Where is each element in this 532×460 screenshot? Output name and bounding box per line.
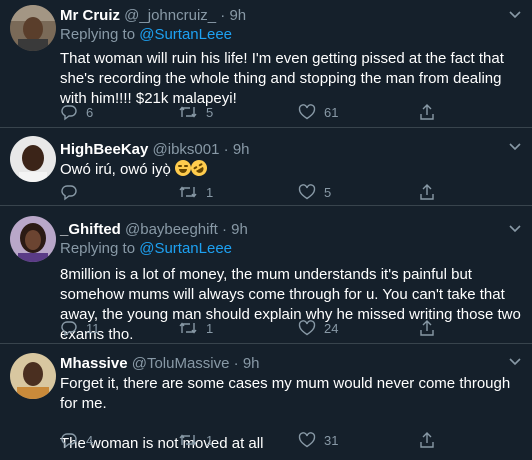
tweet-header: HighBeeKay @ibks001 · 9h: [60, 140, 524, 159]
tweet-actions: 4 1 31: [60, 430, 510, 450]
share-icon: [420, 320, 434, 336]
tweet-actions: 1 5: [60, 182, 510, 202]
display-name[interactable]: _Ghifted: [60, 221, 121, 238]
mention-link[interactable]: @SurtanLeee: [139, 240, 232, 257]
like-button[interactable]: 24: [298, 318, 338, 338]
share-icon: [420, 432, 434, 448]
tweet-header: Mr Cruiz @_johncruiz_ · 9h: [60, 6, 524, 25]
handle[interactable]: @ToluMassive: [132, 355, 230, 372]
like-count: 5: [324, 184, 332, 200]
timestamp[interactable]: 9h: [243, 355, 260, 372]
rolling-on-floor-laughing-icon: [188, 157, 210, 179]
replying-to: Replying to @SurtanLeee: [60, 25, 524, 44]
avatar[interactable]: [10, 136, 56, 182]
retweet-button[interactable]: 5: [178, 102, 213, 122]
share-icon: [420, 184, 434, 200]
share-button[interactable]: [418, 182, 436, 202]
retweet-count: 1: [206, 320, 214, 336]
tweet-text-content: Owó irú, owó iyọ̀: [60, 161, 171, 178]
share-icon: [420, 104, 434, 120]
tweet-header: Mhassive @ToluMassive · 9h: [60, 354, 524, 373]
reply-button[interactable]: 6: [60, 102, 93, 122]
retweet-icon: [179, 322, 197, 334]
avatar[interactable]: [10, 216, 56, 262]
timestamp[interactable]: 9h: [233, 141, 250, 158]
tweet-text-line: Forget it, there are some cases my mum w…: [60, 375, 511, 412]
reply-icon: [61, 185, 77, 201]
display-name[interactable]: Mhassive: [60, 355, 128, 372]
like-icon: [298, 104, 316, 120]
display-name[interactable]: Mr Cruiz: [60, 7, 120, 24]
tweet[interactable]: _Ghifted @baybeeghift · 9h Replying to @…: [0, 206, 532, 344]
tweet-text: That woman will ruin his life! I'm even …: [60, 50, 504, 107]
dot-separator: ·: [223, 141, 229, 158]
handle[interactable]: @baybeeghift: [125, 221, 218, 238]
face-with-tears-of-joy-icon: [175, 160, 192, 176]
like-button[interactable]: 61: [298, 102, 338, 122]
retweet-icon: [179, 186, 197, 198]
replying-to-label: Replying to: [60, 26, 140, 43]
like-icon: [298, 320, 316, 336]
timestamp[interactable]: 9h: [229, 7, 246, 24]
like-count: 31: [324, 432, 339, 448]
dot-separator: ·: [221, 221, 227, 238]
reply-count: 11: [86, 320, 100, 336]
retweet-count: 5: [206, 104, 214, 120]
like-count: 24: [324, 320, 339, 336]
dot-separator: ·: [220, 7, 226, 24]
retweet-count: 1: [206, 432, 214, 448]
like-icon: [298, 184, 316, 200]
retweet-icon: [179, 106, 197, 118]
reply-icon: [61, 321, 77, 337]
retweet-count: 1: [206, 184, 214, 200]
tweet-actions: 6 5 61: [60, 102, 510, 122]
chevron-down-icon[interactable]: [508, 357, 522, 367]
chevron-down-icon[interactable]: [508, 224, 522, 234]
tweet[interactable]: Mr Cruiz @_johncruiz_ · 9h Replying to @…: [0, 0, 532, 128]
avatar[interactable]: [10, 5, 56, 51]
tweet-actions: 11 1 24: [60, 318, 510, 338]
avatar[interactable]: [10, 353, 56, 399]
tweet[interactable]: HighBeeKay @ibks001 · 9h Owó irú, owó iy…: [0, 128, 532, 206]
share-button[interactable]: [418, 102, 436, 122]
tweet-text: Owó irú, owó iyọ̀: [60, 157, 524, 180]
like-button[interactable]: 5: [298, 182, 331, 202]
reply-button[interactable]: 4: [60, 430, 93, 450]
chevron-down-icon[interactable]: [508, 10, 522, 20]
chevron-down-icon[interactable]: [508, 142, 522, 152]
share-button[interactable]: [418, 318, 436, 338]
like-count: 61: [324, 104, 339, 120]
reply-count: 6: [86, 104, 94, 120]
timestamp[interactable]: 9h: [231, 221, 248, 238]
like-button[interactable]: 31: [298, 430, 338, 450]
replying-to: Replying to @SurtanLeee: [60, 239, 524, 258]
retweet-button[interactable]: 1: [178, 430, 213, 450]
reply-button[interactable]: [60, 182, 86, 202]
reply-button[interactable]: 11: [60, 318, 100, 338]
dot-separator: ·: [233, 355, 239, 372]
share-button[interactable]: [418, 430, 436, 450]
reply-feed: Mr Cruiz @_johncruiz_ · 9h Replying to @…: [0, 0, 532, 460]
handle[interactable]: @_johncruiz_: [124, 7, 216, 24]
tweet[interactable]: Mhassive @ToluMassive · 9h Forget it, th…: [0, 344, 532, 460]
replying-to-label: Replying to: [60, 240, 140, 257]
mention-link[interactable]: @SurtanLeee: [139, 26, 232, 43]
reply-icon: [61, 105, 77, 121]
tweet-header: _Ghifted @baybeeghift · 9h: [60, 220, 524, 239]
retweet-icon: [179, 434, 197, 446]
retweet-button[interactable]: 1: [178, 182, 213, 202]
display-name[interactable]: HighBeeKay: [60, 141, 148, 158]
retweet-button[interactable]: 1: [178, 318, 213, 338]
reply-icon: [61, 433, 77, 449]
like-icon: [298, 432, 316, 448]
handle[interactable]: @ibks001: [153, 141, 220, 158]
reply-count: 4: [86, 432, 94, 448]
